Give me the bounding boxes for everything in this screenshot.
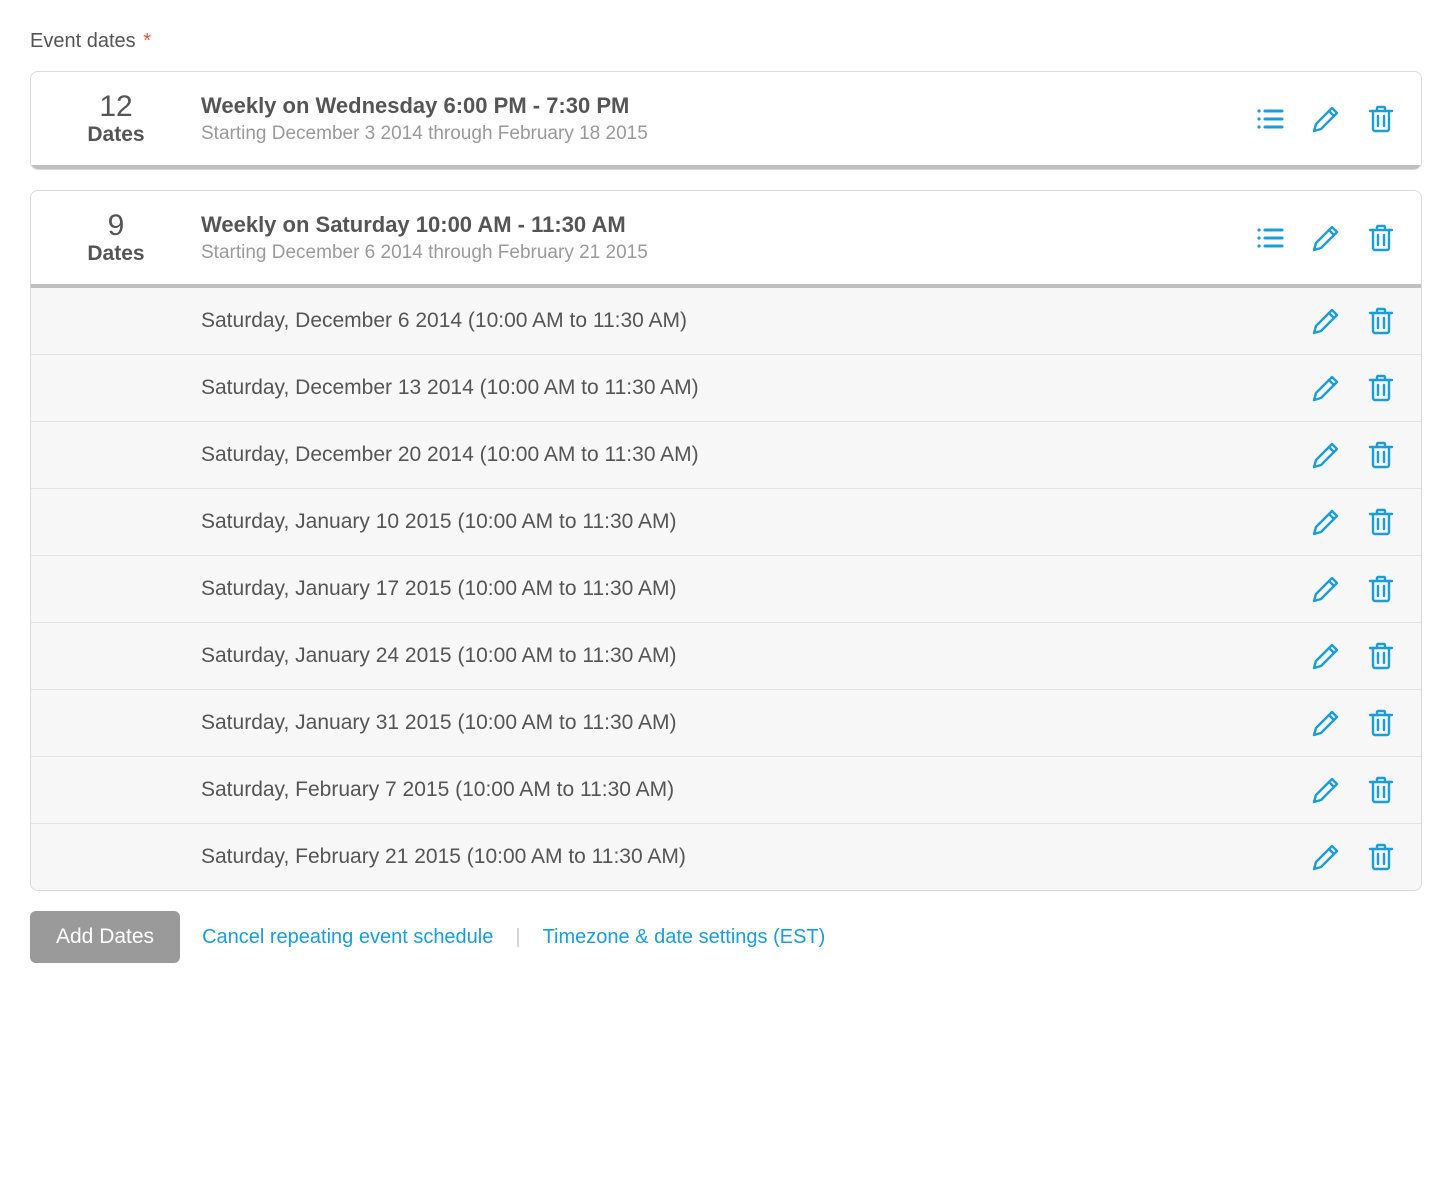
edit-icon[interactable] xyxy=(1309,371,1343,405)
date-text: Saturday, December 20 2014 (10:00 AM to … xyxy=(201,443,1309,467)
schedule-title: Weekly on Wednesday 6:00 PM - 7:30 PM xyxy=(201,93,1253,119)
date-text: Saturday, December 6 2014 (10:00 AM to 1… xyxy=(201,309,1309,333)
schedule-card: 12 Dates Weekly on Wednesday 6:00 PM - 7… xyxy=(30,71,1422,170)
divider: | xyxy=(515,926,520,949)
schedule-actions xyxy=(1253,102,1397,136)
delete-icon[interactable] xyxy=(1365,840,1397,874)
edit-icon[interactable] xyxy=(1309,639,1343,673)
edit-icon[interactable] xyxy=(1309,304,1343,338)
cancel-repeating-link[interactable]: Cancel repeating event schedule xyxy=(202,926,493,949)
date-actions xyxy=(1309,706,1397,740)
schedule-count-number: 12 xyxy=(31,90,201,123)
delete-icon[interactable] xyxy=(1365,438,1397,472)
delete-icon[interactable] xyxy=(1365,639,1397,673)
date-row: Saturday, December 6 2014 (10:00 AM to 1… xyxy=(31,288,1421,355)
delete-icon[interactable] xyxy=(1365,304,1397,338)
delete-icon[interactable] xyxy=(1365,706,1397,740)
add-dates-button[interactable]: Add Dates xyxy=(30,911,180,963)
date-text: Saturday, January 10 2015 (10:00 AM to 1… xyxy=(201,510,1309,534)
delete-icon[interactable] xyxy=(1365,505,1397,539)
edit-icon[interactable] xyxy=(1309,102,1343,136)
date-row: Saturday, December 20 2014 (10:00 AM to … xyxy=(31,422,1421,489)
date-text: Saturday, January 17 2015 (10:00 AM to 1… xyxy=(201,577,1309,601)
schedule-header: 9 Dates Weekly on Saturday 10:00 AM - 11… xyxy=(31,191,1421,288)
date-actions xyxy=(1309,304,1397,338)
date-text: Saturday, January 24 2015 (10:00 AM to 1… xyxy=(201,644,1309,668)
schedule-header: 12 Dates Weekly on Wednesday 6:00 PM - 7… xyxy=(31,72,1421,169)
date-actions xyxy=(1309,505,1397,539)
delete-icon[interactable] xyxy=(1365,102,1397,136)
schedule-subtitle: Starting December 3 2014 through Februar… xyxy=(201,123,1253,145)
schedule-subtitle: Starting December 6 2014 through Februar… xyxy=(201,242,1253,264)
edit-icon[interactable] xyxy=(1309,505,1343,539)
required-asterisk: * xyxy=(143,30,151,52)
date-text: Saturday, January 31 2015 (10:00 AM to 1… xyxy=(201,711,1309,735)
schedule-count-label: Dates xyxy=(31,123,201,147)
date-actions xyxy=(1309,773,1397,807)
delete-icon[interactable] xyxy=(1365,371,1397,405)
edit-icon[interactable] xyxy=(1309,706,1343,740)
schedule-count: 9 Dates xyxy=(31,209,201,266)
date-actions xyxy=(1309,639,1397,673)
date-row: Saturday, January 10 2015 (10:00 AM to 1… xyxy=(31,489,1421,556)
date-row: Saturday, January 24 2015 (10:00 AM to 1… xyxy=(31,623,1421,690)
date-row: Saturday, December 13 2014 (10:00 AM to … xyxy=(31,355,1421,422)
schedule-info: Weekly on Wednesday 6:00 PM - 7:30 PM St… xyxy=(201,93,1253,145)
schedule-count-label: Dates xyxy=(31,242,201,266)
section-label: Event dates * xyxy=(30,30,1422,53)
schedule-count-number: 9 xyxy=(31,209,201,242)
footer-actions: Add Dates Cancel repeating event schedul… xyxy=(30,911,1422,963)
schedule-info: Weekly on Saturday 10:00 AM - 11:30 AM S… xyxy=(201,212,1253,264)
schedule-card: 9 Dates Weekly on Saturday 10:00 AM - 11… xyxy=(30,190,1422,891)
date-actions xyxy=(1309,438,1397,472)
date-text: Saturday, February 21 2015 (10:00 AM to … xyxy=(201,845,1309,869)
date-row: Saturday, February 21 2015 (10:00 AM to … xyxy=(31,824,1421,890)
edit-icon[interactable] xyxy=(1309,438,1343,472)
date-text: Saturday, December 13 2014 (10:00 AM to … xyxy=(201,376,1309,400)
delete-icon[interactable] xyxy=(1365,773,1397,807)
date-actions xyxy=(1309,840,1397,874)
date-row: Saturday, January 31 2015 (10:00 AM to 1… xyxy=(31,690,1421,757)
edit-icon[interactable] xyxy=(1309,221,1343,255)
timezone-settings-link[interactable]: Timezone & date settings (EST) xyxy=(543,926,826,949)
edit-icon[interactable] xyxy=(1309,572,1343,606)
schedule-actions xyxy=(1253,221,1397,255)
section-label-text: Event dates xyxy=(30,30,136,52)
date-row: Saturday, February 7 2015 (10:00 AM to 1… xyxy=(31,757,1421,824)
list-icon[interactable] xyxy=(1253,222,1287,254)
list-icon[interactable] xyxy=(1253,103,1287,135)
date-row: Saturday, January 17 2015 (10:00 AM to 1… xyxy=(31,556,1421,623)
edit-icon[interactable] xyxy=(1309,840,1343,874)
delete-icon[interactable] xyxy=(1365,572,1397,606)
delete-icon[interactable] xyxy=(1365,221,1397,255)
edit-icon[interactable] xyxy=(1309,773,1343,807)
date-actions xyxy=(1309,371,1397,405)
date-actions xyxy=(1309,572,1397,606)
date-text: Saturday, February 7 2015 (10:00 AM to 1… xyxy=(201,778,1309,802)
schedule-count: 12 Dates xyxy=(31,90,201,147)
schedule-title: Weekly on Saturday 10:00 AM - 11:30 AM xyxy=(201,212,1253,238)
